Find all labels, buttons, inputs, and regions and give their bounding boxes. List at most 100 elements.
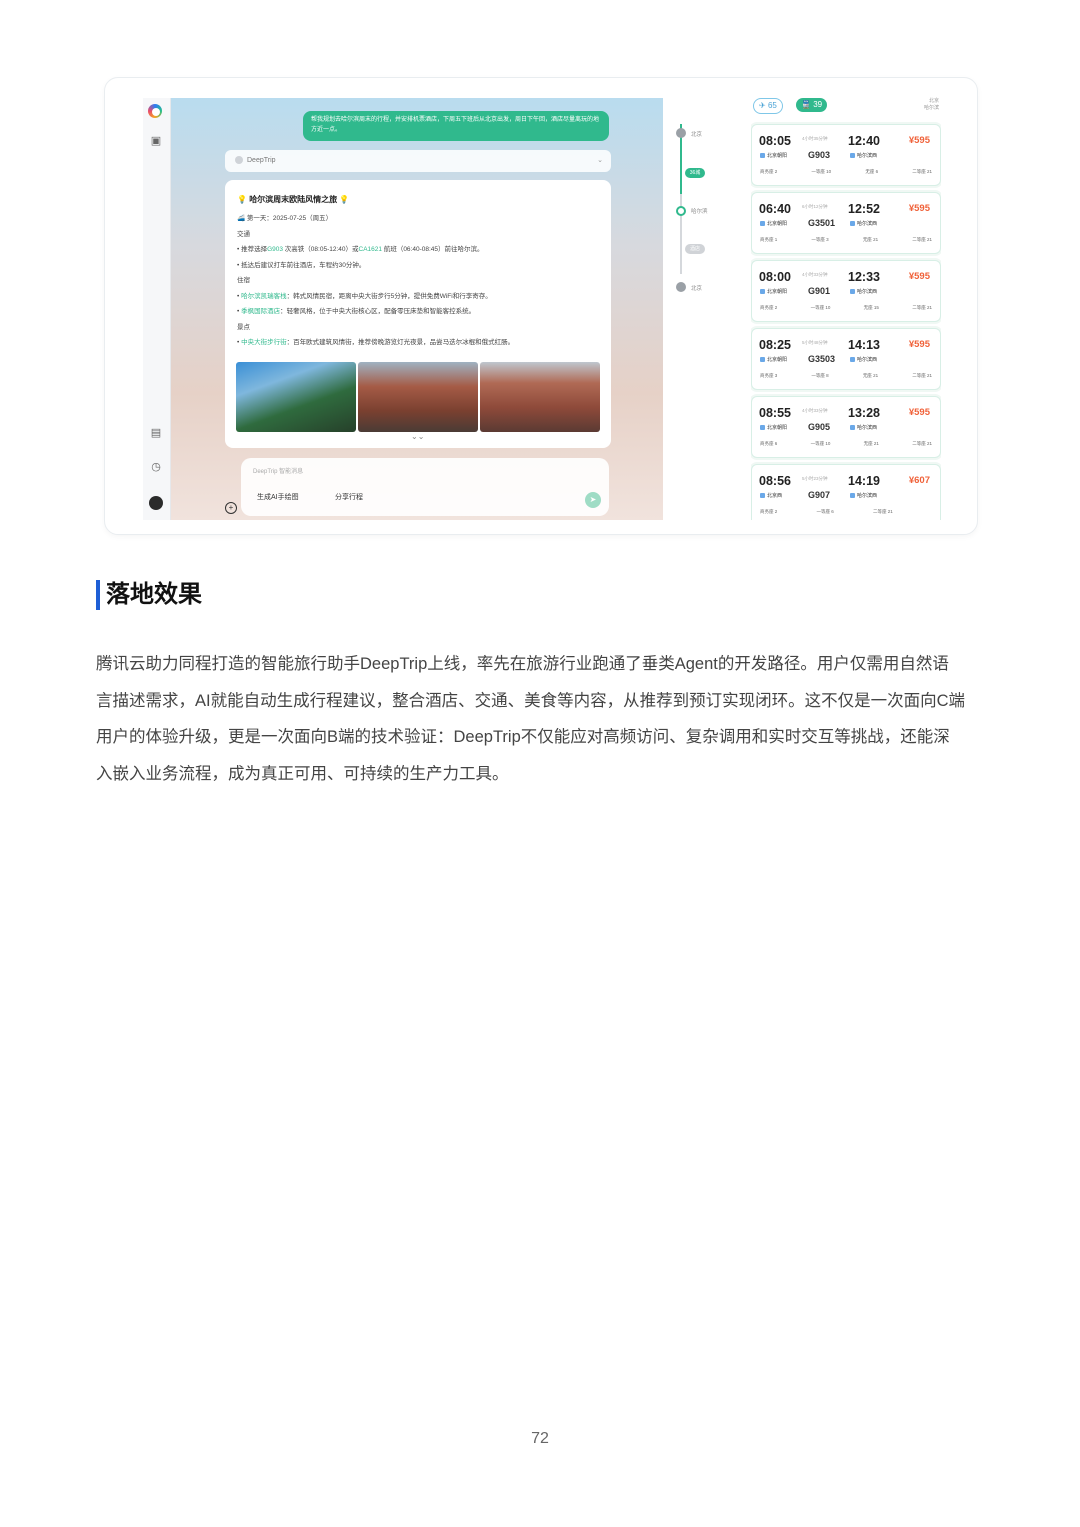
- ai-draw-button[interactable]: 生成AI手绘图: [257, 492, 299, 502]
- price: ¥607: [908, 475, 930, 486]
- seat-class: 二等座 21: [912, 169, 932, 174]
- route-pill-2[interactable]: 酒店: [685, 244, 705, 254]
- to-station: 哈尔滨西: [850, 492, 877, 499]
- train-card[interactable]: 08:00 4小时33分钟 12:33 ¥595 北京朝阳 G901 哈尔滨西 商务座 2 一等…: [751, 260, 941, 322]
- flight-link[interactable]: CA1621: [359, 246, 383, 253]
- price: ¥595: [908, 203, 930, 214]
- departure-time: 08:05: [759, 134, 791, 148]
- price: ¥595: [908, 339, 930, 350]
- train-number: G901: [808, 286, 831, 296]
- photo-brick-building[interactable]: [358, 362, 478, 432]
- hotel-line-1: • 哈尔滨凯瑞客栈：韩式风情民宿，距离中央大街步行5分钟，提供免费WiFi和行李…: [237, 292, 492, 300]
- tab-flights[interactable]: ✈ 65: [753, 98, 783, 114]
- from-station: 北京朝阳: [760, 356, 787, 363]
- seat-availability: 商务座 3 一等座 8 无座 21 二等座 21: [760, 373, 932, 379]
- seat-class: 二等座 21: [912, 373, 932, 378]
- hotel1-link[interactable]: 哈尔滨凯瑞客栈: [241, 293, 287, 300]
- to-station: 哈尔滨西: [850, 220, 877, 227]
- train-number: G3503: [808, 354, 836, 364]
- from-station: 北京朝阳: [760, 152, 787, 159]
- train-card[interactable]: 08:05 4小时35分钟 12:40 ¥595 北京朝阳 G903 哈尔滨西 商务座 2 一等…: [751, 124, 941, 186]
- train-link[interactable]: G903: [267, 246, 283, 253]
- train-list: ✈ 65 🚆 39 北京 哈尔滨 08:05 4小时35分钟 12:40 ¥595 北京朝…: [751, 96, 941, 520]
- train-card[interactable]: 08:55 4小时33分钟 13:28 ¥595 北京朝阳 G905 哈尔滨西 商务座 6 一等…: [751, 396, 941, 458]
- photo-street-arch[interactable]: [236, 362, 356, 432]
- chevron-down-icon[interactable]: ⌄: [597, 150, 603, 172]
- message-input[interactable]: DeepTrip 智能消息 生成AI手绘图 分享行程 ➤: [241, 458, 609, 516]
- departure-time: 06:40: [759, 202, 791, 216]
- departure-time: 08:00: [759, 270, 791, 284]
- avatar[interactable]: [149, 496, 163, 510]
- history-icon[interactable]: ◷: [149, 460, 163, 474]
- photo-hotel-facade[interactable]: [480, 362, 600, 432]
- to-station: 哈尔滨西: [850, 356, 877, 363]
- body-line-4: 入嵌入业务流程，成为真正可用、可持续的生产力工具。: [96, 764, 509, 783]
- plane-icon: ✈: [759, 101, 766, 110]
- from-station: 北京朝阳: [760, 288, 787, 295]
- tab-trains[interactable]: 🚆 39: [796, 98, 828, 112]
- agent-dot-icon: [235, 156, 243, 165]
- seat-class: 二等座 21: [873, 509, 893, 514]
- price: ¥595: [908, 271, 930, 282]
- train-card[interactable]: 08:56 5小时23分钟 14:19 ¥607 北京西 G907 哈尔滨西 商务座 2 一等座…: [751, 464, 941, 520]
- route-node[interactable]: [676, 282, 686, 292]
- agent-selector[interactable]: DeepTrip ⌄: [225, 150, 611, 172]
- deeptrip-logo-icon: [148, 104, 162, 118]
- arrival-time: 12:52: [848, 202, 880, 216]
- sidebar-toggle-icon[interactable]: ▣: [149, 134, 163, 148]
- train-number: G3501: [808, 218, 836, 228]
- seat-availability: 商务座 2 一等座 10 无座 6 二等座 21: [760, 169, 932, 175]
- seat-class: 商务座 6: [760, 441, 778, 446]
- seat-class: 二等座 21: [912, 305, 932, 310]
- duration: 4小时33分钟: [802, 408, 828, 413]
- sight-line-1: • 中央大街步行街：百年欧式建筑风情街，推荐傍晚游览灯光夜景，品尝马迭尔冰棍和俄…: [237, 339, 515, 346]
- arrival-time: 12:33: [848, 270, 880, 284]
- seat-class: 无座 21: [863, 441, 879, 446]
- train-card[interactable]: 06:40 6小时12分钟 12:52 ¥595 北京朝阳 G3501 哈尔滨西 商务座 1 一…: [751, 192, 941, 254]
- route-pill-1[interactable]: 36城: [685, 168, 705, 178]
- hotel2-link[interactable]: 季枫国际酒店: [241, 308, 280, 315]
- plus-icon[interactable]: +: [225, 502, 237, 514]
- transport-tabs: ✈ 65 🚆 39 北京 哈尔滨: [751, 96, 941, 116]
- screenshot-figure: ▣ ▤ ◷ 帮我规划去哈尔滨周末的行程，并安排机票酒店，下周五下班后从北京出发，…: [104, 77, 978, 535]
- seat-class: 无座 15: [863, 305, 879, 310]
- arrival-time: 12:40: [848, 134, 880, 148]
- price: ¥595: [908, 135, 930, 146]
- seat-availability: 商务座 1 一等座 3 无座 21 二等座 21: [760, 237, 932, 243]
- document-icon[interactable]: ▤: [149, 426, 163, 440]
- price: ¥595: [908, 407, 930, 418]
- to-station: 哈尔滨西: [850, 424, 877, 431]
- sight1-link[interactable]: 中央大街步行街: [241, 339, 287, 346]
- body-line-3: 用户的体验升级，更是一次面向B端的技术验证：DeepTrip不仅能应对高频访问、…: [96, 728, 950, 746]
- user-message-bubble: 帮我规划去哈尔滨周末的行程，并安排机票酒店，下周五下班后从北京出发，周日下午回，…: [303, 111, 609, 141]
- seat-class: 商务座 2: [760, 169, 778, 174]
- train-number: G907: [808, 490, 831, 500]
- seat-availability: 商务座 2 一等座 6 二等座 21: [760, 509, 932, 515]
- itinerary-card: 💡 哈尔滨周末欧陆风情之旅 💡 🚄 第一天：2025-07-25（周五） 交通 …: [225, 180, 611, 448]
- arrival-time: 13:28: [848, 406, 880, 420]
- deeptrip-app: ▣ ▤ ◷ 帮我规划去哈尔滨周末的行程，并安排机票酒店，下周五下班后从北京出发，…: [143, 98, 663, 520]
- seat-class: 商务座 2: [760, 509, 778, 514]
- route-node-active[interactable]: [676, 206, 686, 216]
- train-card[interactable]: 08:25 5小时48分钟 14:13 ¥595 北京朝阳 G3503 哈尔滨西 商务座 3 一…: [751, 328, 941, 390]
- duration: 5小时23分钟: [802, 476, 828, 481]
- duration: 5小时48分钟: [802, 340, 828, 345]
- seat-class: 一等座 6: [816, 509, 834, 514]
- transport-line-1: • 推荐选择G903 次高铁（08:05-12:40）或CA1621 航班（06…: [237, 246, 484, 253]
- from-station: 北京朝阳: [760, 424, 787, 431]
- share-itinerary-button[interactable]: 分享行程: [335, 492, 363, 502]
- route-stop-1: 北京: [691, 132, 703, 138]
- seat-class: 一等座 3: [811, 237, 829, 242]
- duration: 4小时35分钟: [802, 136, 828, 141]
- expand-more-icon[interactable]: ⌄⌄: [411, 432, 424, 441]
- route-node[interactable]: [676, 128, 686, 138]
- seat-class: 一等座 10: [811, 169, 832, 174]
- section-heading: 落地效果: [96, 580, 202, 610]
- route-stop-3: 北京: [691, 286, 703, 292]
- seat-class: 商务座 2: [760, 305, 778, 310]
- arrival-time: 14:13: [848, 338, 880, 352]
- send-icon[interactable]: ➤: [585, 492, 601, 508]
- seat-class: 一等座 10: [810, 441, 831, 446]
- page-number: 72: [531, 1430, 549, 1447]
- seat-class: 无座 21: [862, 237, 879, 242]
